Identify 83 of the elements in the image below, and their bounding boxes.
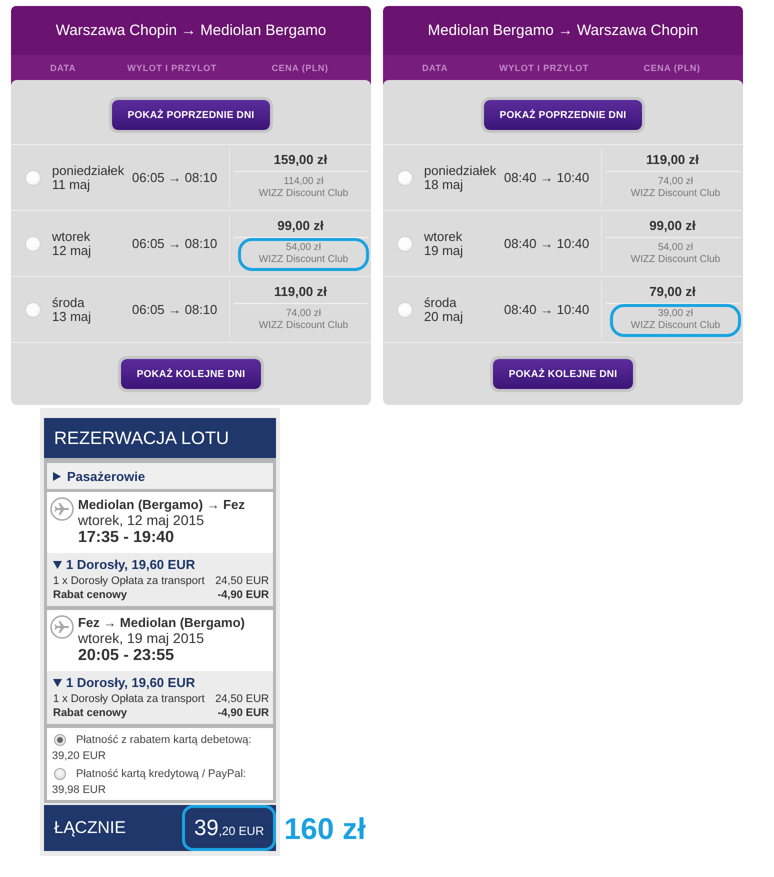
date-label: 11 maj: [52, 178, 90, 192]
fare-line-label: Rabat cenowy: [53, 588, 127, 602]
column-header: CENA (PLN): [644, 62, 700, 74]
radio-button[interactable]: [397, 236, 413, 252]
date-label: 13 maj: [52, 310, 92, 324]
price-note: 160 zł: [284, 815, 366, 845]
flight-route: Mediolan (Bergamo) → Fez: [78, 497, 245, 512]
date-label: 19 maj: [424, 244, 464, 258]
show-next-days-button[interactable]: POKAŻ KOLEJNE DNI: [490, 356, 636, 392]
column-header: DATA: [50, 62, 76, 74]
club-price: 74,00 zł: [286, 308, 322, 320]
flight-times: 08:40 → 10:40: [504, 236, 590, 251]
radio-button[interactable]: [54, 734, 66, 746]
weekday-label: wtorek: [52, 230, 90, 244]
radio-button[interactable]: [397, 302, 413, 318]
flight-date: wtorek, 12 maj 2015: [78, 512, 204, 528]
fare-toggle[interactable]: 1 Dorosły, 19,60 EUR: [53, 674, 196, 692]
fare-line-label: 1 x Dorosły Opłata za transport: [53, 574, 205, 588]
panel-title: Mediolan Bergamo → Warszawa Chopin: [383, 6, 743, 55]
radio-button[interactable]: [25, 236, 41, 252]
fare-line-amount: 24,50 EUR: [215, 574, 269, 588]
fare-price: 159,00 zł: [274, 152, 328, 168]
column-header: WYLOT I PRZYLOT: [127, 62, 217, 74]
column-header: WYLOT I PRZYLOT: [499, 62, 589, 74]
fare-line-amount: 24,50 EUR: [215, 692, 269, 706]
weekday-label: poniedziałek: [424, 164, 496, 178]
club-price: 39,00 zł: [658, 308, 694, 320]
weekday-label: środa: [424, 296, 457, 310]
weekday-label: wtorek: [424, 230, 462, 244]
fare-line-label: 1 x Dorosły Opłata za transport: [53, 692, 205, 706]
club-label: WIZZ Discount Club: [258, 320, 348, 332]
flight-time: 20:05 - 23:55: [78, 646, 174, 665]
weekday-label: poniedziałek: [52, 164, 124, 178]
flight-times: 08:40 → 10:40: [504, 302, 590, 317]
flight-times: 06:05 → 08:10: [132, 302, 218, 317]
club-price: 74,00 zł: [658, 176, 694, 188]
club-label: WIZZ Discount Club: [258, 188, 348, 200]
club-label: WIZZ Discount Club: [630, 254, 720, 266]
club-label: WIZZ Discount Club: [630, 188, 720, 200]
fare-price: 99,00 zł: [277, 218, 324, 234]
club-price: 114,00 zł: [284, 176, 324, 188]
radio-button[interactable]: [54, 768, 66, 780]
weekday-label: środa: [52, 296, 85, 310]
flight-time: 17:35 - 19:40: [78, 528, 174, 547]
club-label: WIZZ Discount Club: [258, 254, 348, 266]
booking-title: REZERWACJA LOTU: [44, 418, 276, 458]
panel-title: Warszawa Chopin → Mediolan Bergamo: [11, 6, 371, 55]
flight-route: Fez → Mediolan (Bergamo): [78, 615, 245, 630]
payment-amount: 39,20 EUR: [52, 749, 106, 763]
fare-price: 79,00 zł: [649, 284, 696, 300]
fare-line-amount: -4,90 EUR: [218, 588, 269, 602]
fare-price: 99,00 zł: [649, 218, 696, 234]
fare-line-amount: -4,90 EUR: [218, 706, 269, 720]
flight-times: 08:40 → 10:40: [504, 170, 590, 185]
payment-option-label: Płatność kartą kredytową / PayPal:: [76, 768, 246, 780]
date-label: 12 maj: [52, 244, 92, 258]
date-label: 20 maj: [424, 310, 464, 324]
airplane-icon: [50, 497, 74, 521]
total-label: ŁĄCZNIE: [54, 818, 126, 838]
flight-times: 06:05 → 08:10: [132, 170, 218, 185]
radio-button[interactable]: [25, 302, 41, 318]
show-next-days-button[interactable]: POKAŻ KOLEJNE DNI: [118, 356, 264, 392]
show-previous-days-button[interactable]: POKAŻ POPRZEDNIE DNI: [480, 97, 646, 133]
fare-toggle[interactable]: 1 Dorosły, 19,60 EUR: [53, 556, 196, 574]
column-header: CENA (PLN): [272, 62, 328, 74]
club-label: WIZZ Discount Club: [630, 320, 720, 332]
radio-button[interactable]: [25, 170, 41, 186]
payment-amount: 39,98 EUR: [52, 783, 106, 797]
club-price: 54,00 zł: [658, 242, 694, 254]
show-previous-days-button[interactable]: POKAŻ POPRZEDNIE DNI: [108, 97, 274, 133]
club-price: 54,00 zł: [286, 242, 322, 254]
total-amount: 39,20 EUR: [182, 805, 276, 851]
fare-price: 119,00 zł: [646, 152, 699, 168]
fare-line-label: Rabat cenowy: [53, 706, 127, 720]
airplane-icon: [50, 615, 74, 639]
date-label: 18 maj: [424, 178, 464, 192]
flight-times: 06:05 → 08:10: [132, 236, 218, 251]
passengers-toggle[interactable]: Pasażerowie: [47, 463, 273, 489]
column-header: DATA: [422, 62, 448, 74]
fare-price: 119,00 zł: [274, 284, 327, 300]
flight-date: wtorek, 19 maj 2015: [78, 630, 204, 646]
payment-option-label: Płatność z rabatem kartą debetową:: [76, 734, 252, 746]
radio-button[interactable]: [397, 170, 413, 186]
